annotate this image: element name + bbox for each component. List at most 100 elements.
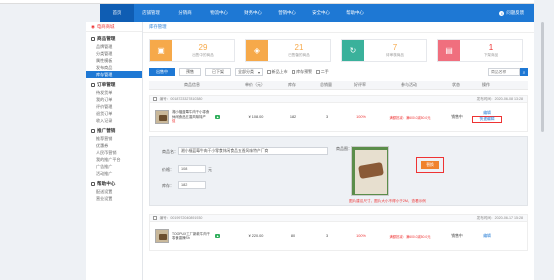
- page-title: 库存管理: [143, 22, 534, 33]
- refresh-icon: ↻: [342, 40, 364, 61]
- replace-image-button[interactable]: 替换: [421, 161, 439, 169]
- stat-text: 21 已售罄的商品: [268, 43, 330, 58]
- sidebar-item[interactable]: 人民币营销: [86, 149, 142, 156]
- search-icon[interactable]: ⌕: [520, 68, 528, 76]
- tab-on-sale[interactable]: 出售中: [149, 68, 175, 76]
- nav-logistics[interactable]: 物流中心: [202, 4, 236, 22]
- row-status: 销售中: [451, 233, 463, 238]
- product-name[interactable]: TOOPUX工厂新款牛肉干零食香辣Sh: [172, 232, 212, 241]
- sidebar-item[interactable]: 发布商品: [86, 64, 142, 71]
- product-image[interactable]: [351, 146, 389, 196]
- checkbox[interactable]: [316, 70, 320, 74]
- row-price: ¥ 108.00: [248, 115, 264, 119]
- feedback-link[interactable]: i 问题反馈: [499, 10, 534, 16]
- name-input[interactable]: 湘小福蓝莓牛肉干小零食休闲食品五香风味特产厂商: [178, 147, 328, 155]
- sidebar-item[interactable]: 分类管理: [86, 50, 142, 57]
- sidebar-item[interactable]: 活动推广: [86, 170, 142, 177]
- price-input[interactable]: 108: [178, 165, 206, 173]
- sidebar-item[interactable]: 我的订单: [86, 96, 142, 103]
- sidebar-group-orders: 订单管理 待发货单 我的订单 评价管理 退货订单 收入记录: [86, 81, 142, 124]
- row-id: 编号：0019972040891930: [159, 215, 203, 220]
- stock-label: 库存：: [162, 183, 174, 188]
- sidebar-group-title[interactable]: 推广营销: [86, 127, 142, 135]
- product-name[interactable]: 湘小福蓝莓牛肉干小零食休闲食品五香风味特产: [172, 110, 209, 119]
- sidebar-item-inventory[interactable]: 库存管理: [86, 71, 142, 78]
- info-icon: i: [499, 10, 505, 16]
- checkbox[interactable]: [291, 70, 296, 74]
- sidebar-item[interactable]: 优惠券: [86, 142, 142, 149]
- sidebar-item[interactable]: 待发货单: [86, 89, 142, 96]
- nav-marketing[interactable]: 营销中心: [270, 4, 304, 22]
- nav-help[interactable]: 帮助中心: [338, 4, 372, 22]
- row-checkbox[interactable]: [153, 97, 157, 101]
- table-row: 湘小福蓝莓牛肉干小零食休闲食品五香风味特产 促 ▲ ¥ 108.00 182 3…: [149, 102, 528, 132]
- sidebar-item[interactable]: 我的推广平台: [86, 156, 142, 163]
- row-checkbox[interactable]: [153, 216, 157, 220]
- sidebar: ◉ 电商商城 商品管理 品牌管理 分类管理 属性模板 发布商品 库存管理 订单管…: [86, 22, 143, 280]
- order-icon: [91, 83, 95, 87]
- goods-cell: TOOPUX工厂新款牛肉干零食香辣Sh ▲: [150, 229, 236, 243]
- stat-number: 29: [198, 43, 208, 52]
- group-title-text: 帮助中心: [97, 181, 116, 186]
- table-row-header: 编号：0019972040891930 发布时间：2020-06-17 15:2…: [149, 214, 528, 221]
- sidebar-item[interactable]: 属性模板: [86, 57, 142, 64]
- col-price: 单价（元）: [245, 82, 265, 87]
- check-label: 新品上市: [271, 69, 288, 74]
- sidebar-group-title[interactable]: 商品管理: [86, 35, 142, 43]
- help-icon: [91, 182, 95, 186]
- file-icon: ▤: [438, 40, 460, 61]
- search-input[interactable]: [488, 68, 520, 76]
- sidebar-group-goods: 商品管理 品牌管理 分类管理 属性模板 发布商品 库存管理: [86, 35, 142, 78]
- edit-link[interactable]: 编辑: [472, 234, 502, 239]
- feedback-label: 问题反馈: [506, 10, 524, 15]
- scrollbar[interactable]: [534, 0, 554, 280]
- sidebar-item[interactable]: 营业设置: [86, 195, 142, 202]
- check-stock-alert[interactable]: 库存预警: [291, 69, 312, 75]
- row-stock: 182: [289, 115, 297, 119]
- sidebar-item[interactable]: 推荐营销: [86, 135, 142, 142]
- nav-distributor[interactable]: 分销商: [168, 4, 202, 22]
- row-id: 编号：0018723327810380: [159, 96, 203, 101]
- price-label: 价格：: [162, 167, 174, 172]
- col-activity: 参与活动: [401, 82, 417, 87]
- sidebar-item[interactable]: 品牌管理: [86, 43, 142, 50]
- sidebar-item[interactable]: 评价管理: [86, 103, 142, 110]
- sidebar-mall-link[interactable]: ◉ 电商商城: [86, 22, 142, 32]
- stat-card-sold-out[interactable]: ◈ 21 已售罄的商品: [245, 39, 331, 62]
- sidebar-item[interactable]: 广告推广: [86, 163, 142, 170]
- green-badge: ▲: [215, 234, 221, 238]
- checkbox[interactable]: [267, 70, 271, 74]
- image-tip: 图片建议尺寸，图片大小不得小于2M，查看示例: [349, 199, 426, 203]
- quick-edit-link[interactable]: 快速编辑: [472, 116, 502, 123]
- category-select[interactable]: 全部分类 ▾: [235, 68, 263, 76]
- scrollbar-thumb[interactable]: [541, 22, 544, 132]
- stock-input[interactable]: 182: [178, 181, 206, 189]
- nav-home[interactable]: 首页: [100, 4, 134, 22]
- check-new[interactable]: 新品上市: [267, 69, 288, 75]
- search-box: ⌕: [488, 68, 528, 76]
- product-thumbnail[interactable]: [155, 229, 169, 243]
- tab-offline[interactable]: 已下架: [205, 68, 231, 76]
- product-thumbnail[interactable]: [155, 110, 169, 124]
- nav-security[interactable]: 安全中心: [304, 4, 338, 22]
- sidebar-item[interactable]: 退货订单: [86, 110, 142, 117]
- check-used[interactable]: 二手: [316, 69, 329, 75]
- table-row: TOOPUX工厂新款牛肉干零食香辣Sh ▲ ¥ 220.00 80 3 100%…: [149, 221, 528, 251]
- sidebar-group-title[interactable]: 帮助中心: [86, 180, 142, 188]
- col-stock: 库存: [288, 82, 296, 87]
- table-row-header: 编号：0018723327810380 发布时间：2020-06-08 13:2…: [149, 95, 528, 102]
- check-label: 二手: [320, 69, 329, 74]
- sidebar-item[interactable]: 收入记录: [86, 117, 142, 124]
- sidebar-group-title[interactable]: 订单管理: [86, 81, 142, 89]
- nav-finance[interactable]: 财务中心: [236, 4, 270, 22]
- nav-shop[interactable]: 店铺管理: [134, 4, 168, 22]
- stat-card-on-sale[interactable]: ▣ 29 出售中的商品: [149, 39, 235, 62]
- stat-card-offline[interactable]: ▤ 1 下架商品: [437, 39, 523, 62]
- sidebar-item[interactable]: 配送设置: [86, 188, 142, 195]
- tag-icon: ◈: [246, 40, 268, 61]
- row-rate: 100%: [356, 115, 366, 119]
- col-ops: 操作: [482, 82, 490, 87]
- stat-card-pending[interactable]: ↻ 7 待审核商品: [341, 39, 427, 62]
- tab-presale[interactable]: 预售: [179, 68, 201, 76]
- sidebar-mall-label: 电商商城: [96, 23, 115, 29]
